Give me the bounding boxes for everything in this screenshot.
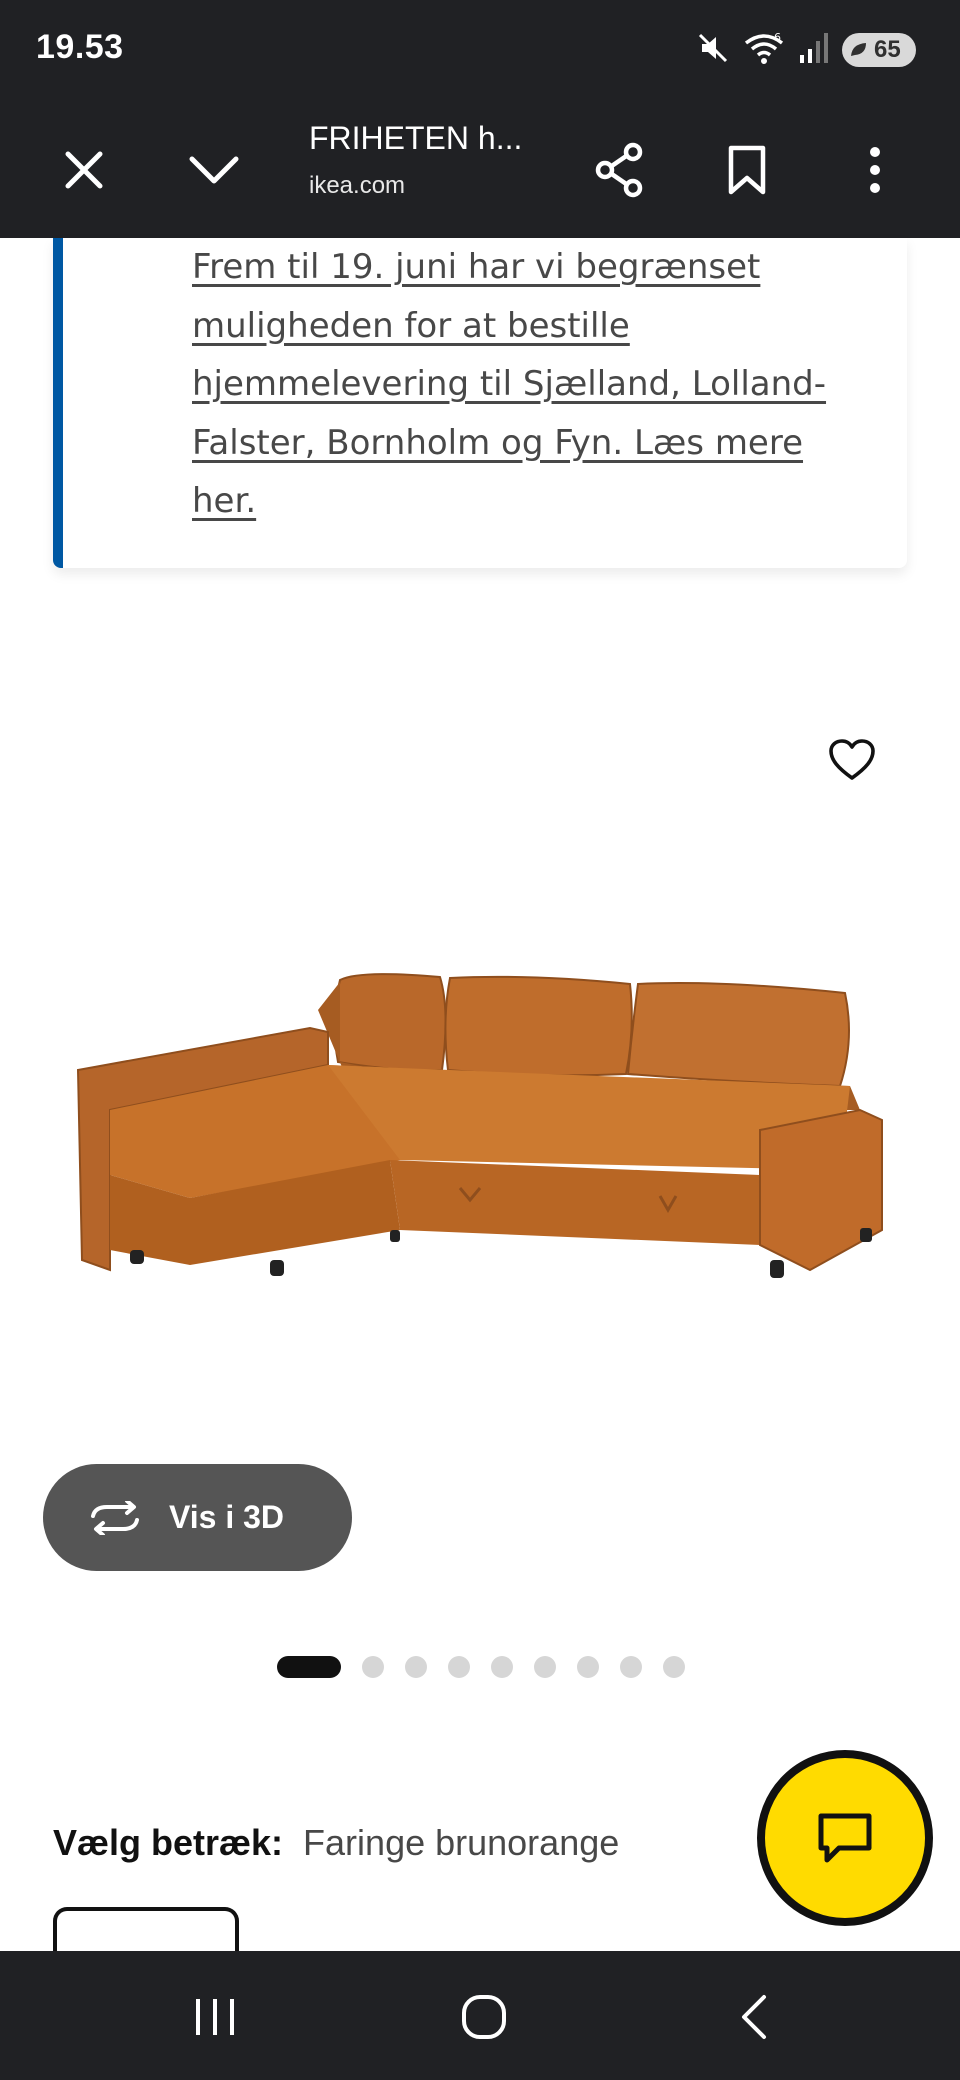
view-in-3d-button[interactable]: Vis i 3D	[43, 1464, 352, 1571]
pagination-dot[interactable]	[448, 1656, 470, 1678]
system-navigation-bar	[0, 1951, 960, 2080]
delivery-notice-link[interactable]: Frem til 19. juni har vi begrænset mulig…	[192, 238, 852, 531]
close-tab-button[interactable]	[48, 134, 120, 206]
bookmark-button[interactable]	[711, 134, 783, 206]
share-button[interactable]	[583, 134, 655, 206]
pagination-dot[interactable]	[491, 1656, 513, 1678]
pagination-dot[interactable]	[620, 1656, 642, 1678]
status-bar: 19.53 6 65	[0, 0, 960, 100]
cover-value: Faringe brunorange	[303, 1822, 620, 1863]
share-icon	[595, 142, 643, 198]
bookmark-icon	[728, 145, 766, 195]
more-vertical-icon	[870, 147, 880, 193]
signal-icon	[798, 31, 828, 70]
favorite-button[interactable]	[824, 732, 880, 788]
wifi-icon: 6	[744, 31, 784, 70]
mute-icon	[696, 31, 730, 70]
view-in-3d-label: Vis i 3D	[169, 1499, 285, 1535]
pagination-dot[interactable]	[577, 1656, 599, 1678]
heart-icon	[829, 739, 875, 780]
page-domain: ikea.com	[309, 172, 406, 199]
cover-selector: Vælg betræk: Faringe brunorange	[53, 1822, 619, 1864]
battery-saver-icon	[851, 43, 866, 56]
status-icons: 6 65	[696, 30, 916, 70]
back-button[interactable]	[717, 1981, 789, 2053]
gallery-pagination	[277, 1655, 685, 1679]
chat-button[interactable]	[757, 1750, 933, 1926]
chat-icon	[818, 1813, 872, 1863]
svg-text:6: 6	[774, 31, 781, 44]
back-icon	[742, 1995, 766, 2039]
home-icon	[462, 1995, 506, 2039]
pagination-dot[interactable]	[534, 1656, 556, 1678]
recent-apps-button[interactable]	[179, 1981, 251, 2053]
page-title: FRIHETEN h...	[309, 120, 523, 156]
cover-label: Vælg betræk:	[53, 1822, 284, 1863]
close-icon	[65, 151, 103, 189]
battery-indicator: 65	[842, 33, 916, 67]
chevron-down-icon	[189, 156, 239, 184]
product-image	[70, 960, 900, 1320]
pagination-dot-active[interactable]	[277, 1656, 341, 1678]
battery-level: 65	[874, 36, 901, 63]
minimize-tab-button[interactable]	[178, 134, 250, 206]
pagination-dot[interactable]	[663, 1656, 685, 1678]
recent-apps-icon	[196, 1999, 234, 2035]
rotate-3d-icon	[91, 1500, 139, 1535]
delivery-notice: Frem til 19. juni har vi begrænset mulig…	[53, 238, 907, 568]
pagination-dot[interactable]	[362, 1656, 384, 1678]
more-options-button[interactable]	[839, 134, 911, 206]
pagination-dot[interactable]	[405, 1656, 427, 1678]
status-time: 19.53	[36, 28, 124, 66]
home-button[interactable]	[448, 1981, 520, 2053]
browser-toolbar: FRIHETEN h... ikea.com	[0, 100, 960, 238]
